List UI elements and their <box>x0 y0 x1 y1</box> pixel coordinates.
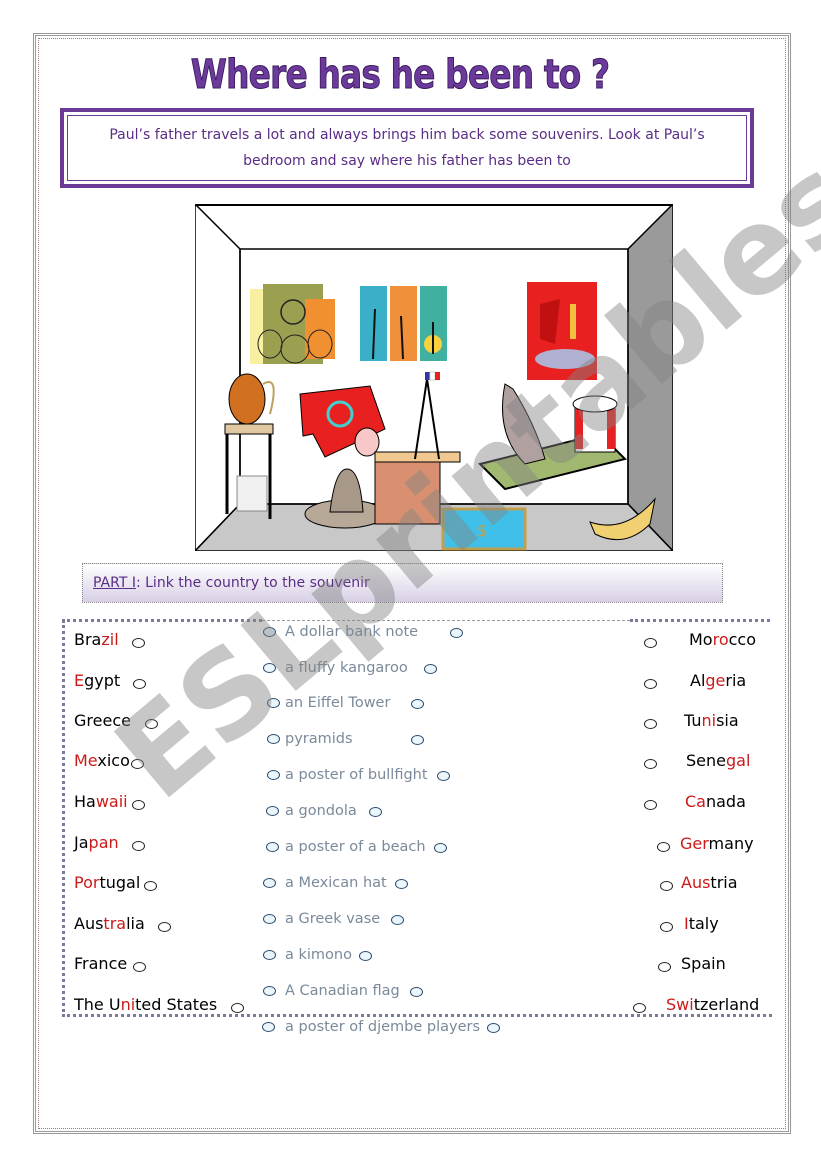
instructions-box: Paul’s father travels a lot and always b… <box>60 108 754 188</box>
souvenir-label: A Canadian flag <box>285 983 400 999</box>
left-country-label: Australia <box>74 914 145 933</box>
right-link-dot[interactable] <box>657 842 670 852</box>
part-one-header: PART I : Link the country to the souveni… <box>82 563 723 603</box>
left-link-dot[interactable] <box>144 881 157 891</box>
souvenir-link-dot-left[interactable] <box>266 806 279 816</box>
souvenir-label: a poster of bullfight <box>285 767 428 783</box>
svg-text:$: $ <box>477 521 487 540</box>
left-country-label: Mexico <box>74 751 130 770</box>
left-country-label: Portugal <box>74 873 141 892</box>
souvenir-link-dot-right[interactable] <box>424 664 437 674</box>
souvenir-link-dot-right[interactable] <box>395 879 408 889</box>
right-link-dot[interactable] <box>644 679 657 689</box>
right-link-dot[interactable] <box>644 800 657 810</box>
left-country-label: Greece <box>74 711 131 730</box>
right-link-dot[interactable] <box>660 922 673 932</box>
souvenir-link-dot-left[interactable] <box>267 734 280 744</box>
souvenir-label: a fluffy kangaroo <box>285 660 408 676</box>
instructions-text: Paul’s father travels a lot and always b… <box>109 127 705 169</box>
souvenir-label: a Mexican hat <box>285 875 387 891</box>
right-link-dot[interactable] <box>633 1003 646 1013</box>
left-country-label: France <box>74 954 128 973</box>
right-country-label: Morocco <box>689 630 756 649</box>
left-link-dot[interactable] <box>231 1003 244 1013</box>
souvenir-link-dot-right[interactable] <box>391 915 404 925</box>
souvenir-link-dot-left[interactable] <box>263 914 276 924</box>
souvenir-link-dot-left[interactable] <box>262 1022 275 1032</box>
souvenir-label: pyramids <box>285 731 353 747</box>
djembe-poster <box>250 284 335 364</box>
souvenir-link-dot-right[interactable] <box>410 987 423 997</box>
right-link-dot[interactable] <box>644 759 657 769</box>
souvenir-link-dot-right[interactable] <box>437 771 450 781</box>
left-country-label: The United States <box>74 995 218 1014</box>
souvenir-link-dot-right[interactable] <box>359 951 372 961</box>
souvenir-link-dot-left[interactable] <box>263 627 276 637</box>
right-country-label: Austria <box>681 873 738 892</box>
right-country-label: Senegal <box>686 751 751 770</box>
right-country-label: Algeria <box>690 671 747 690</box>
left-country-label: Hawaii <box>74 792 128 811</box>
left-link-dot[interactable] <box>132 841 145 851</box>
left-link-dot[interactable] <box>132 638 145 648</box>
right-link-dot[interactable] <box>644 638 657 648</box>
souvenir-link-dot-right[interactable] <box>411 699 424 709</box>
souvenir-link-dot-right[interactable] <box>450 628 463 638</box>
souvenir-label: A dollar bank note <box>285 624 419 640</box>
souvenir-label: a Greek vase <box>285 911 381 927</box>
left-country-label: Brazil <box>74 630 119 649</box>
right-country-label: Canada <box>685 792 746 811</box>
left-link-dot[interactable] <box>133 679 146 689</box>
right-country-label: Germany <box>680 834 754 853</box>
souvenir-link-dot-left[interactable] <box>267 698 280 708</box>
right-country-label: Spain <box>681 954 726 973</box>
right-link-dot[interactable] <box>644 719 657 729</box>
bedroom-illustration: $ <box>195 204 673 551</box>
part-label: PART I <box>93 575 136 591</box>
beach-poster <box>360 286 447 361</box>
souvenir-link-dot-right[interactable] <box>434 843 447 853</box>
souvenir-label: an Eiffel Tower <box>285 695 391 711</box>
right-link-dot[interactable] <box>658 962 671 972</box>
souvenir-link-dot-left[interactable] <box>263 878 276 888</box>
souvenir-label: a poster of a beach <box>285 839 426 855</box>
right-country-label: Switzerland <box>666 995 760 1014</box>
left-link-dot[interactable] <box>131 759 144 769</box>
left-link-dot[interactable] <box>132 800 145 810</box>
souvenir-link-dot-right[interactable] <box>487 1023 500 1033</box>
left-country-label: Egypt <box>74 671 121 690</box>
left-country-label: Japan <box>74 833 119 852</box>
souvenir-label: a gondola <box>285 803 357 819</box>
part-instruction: : Link the country to the souvenir <box>135 575 370 591</box>
souvenir-link-dot-left[interactable] <box>263 663 276 673</box>
right-wall <box>627 204 673 551</box>
right-link-dot[interactable] <box>660 881 673 891</box>
souvenir-link-dot-left[interactable] <box>267 770 280 780</box>
bullfight-poster <box>527 282 597 380</box>
souvenir-link-dot-right[interactable] <box>369 807 382 817</box>
souvenir-link-dot-right[interactable] <box>411 735 424 745</box>
souvenir-link-dot-left[interactable] <box>266 842 279 852</box>
souvenir-label: a kimono <box>285 947 352 963</box>
left-wall <box>195 204 241 551</box>
left-link-dot[interactable] <box>145 719 158 729</box>
matching-area <box>62 620 772 1017</box>
dollar-bank-note: $ <box>441 507 527 551</box>
right-country-label: Italy <box>684 914 719 933</box>
left-link-dot[interactable] <box>133 962 146 972</box>
right-country-label: Tunisia <box>684 711 739 730</box>
left-link-dot[interactable] <box>158 922 171 932</box>
souvenir-label: a poster of djembe players <box>285 1019 481 1035</box>
souvenir-link-dot-left[interactable] <box>263 986 276 996</box>
page-title: Where has he been to ? <box>190 52 610 99</box>
souvenir-link-dot-left[interactable] <box>263 950 276 960</box>
